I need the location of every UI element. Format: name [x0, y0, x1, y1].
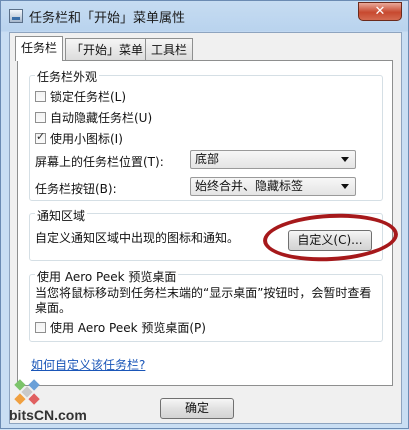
close-button[interactable]: ✕ — [358, 2, 402, 21]
ok-button[interactable]: 确定 — [160, 398, 234, 419]
lock-taskbar-label: 锁定任务栏(L) — [50, 90, 127, 104]
aero-peek-option[interactable]: 使用 Aero Peek 预览桌面(P) — [35, 319, 206, 336]
help-link[interactable]: 如何自定义该任务栏? — [31, 356, 145, 373]
buttons-select[interactable]: 始终合并、隐藏标签 — [190, 177, 356, 196]
small-icons-option[interactable]: 使用小图标(I) — [35, 130, 123, 147]
aero-desc: 当您将鼠标移动到任务栏末端的“显示桌面”按钮时，会暂时查看桌面。 — [35, 286, 372, 315]
site-watermark: bitsCN.com — [3, 374, 93, 430]
lock-taskbar-option[interactable]: 锁定任务栏(L) — [35, 88, 126, 105]
small-icons-checkbox[interactable] — [35, 130, 46, 144]
tab-taskbar[interactable]: 任务栏 — [15, 36, 64, 61]
taskbar-app-icon — [9, 9, 23, 23]
notification-group-title: 通知区域 — [35, 207, 88, 224]
aero-peek-label: 使用 Aero Peek 预览桌面(P) — [50, 321, 206, 335]
auto-hide-checkbox[interactable] — [35, 112, 46, 123]
chevron-down-icon — [341, 184, 349, 189]
auto-hide-label: 自动隐藏任务栏(U) — [50, 111, 153, 125]
title-bar[interactable]: 任务栏和「开始」菜单属性 ✕ — [1, 1, 409, 31]
chevron-down-icon — [341, 157, 349, 162]
properties-window: 任务栏和「开始」菜单属性 ✕ 任务栏 「开始」菜单 工具栏 任务栏外观 锁定任务… — [0, 0, 409, 429]
watermark-text: bitsCN.com — [9, 407, 87, 423]
location-label: 屏幕上的任务栏位置(T): — [35, 155, 164, 169]
buttons-value: 始终合并、隐藏标签 — [195, 179, 304, 193]
window-title: 任务栏和「开始」菜单属性 — [29, 11, 186, 26]
aero-peek-checkbox[interactable] — [35, 322, 46, 333]
watermark-logo-icon — [14, 379, 40, 405]
auto-hide-option[interactable]: 自动隐藏任务栏(U) — [35, 109, 152, 126]
location-value: 底部 — [195, 152, 220, 166]
tab-start-menu[interactable]: 「开始」菜单 — [65, 38, 150, 60]
aero-group-title: 使用 Aero Peek 预览桌面 — [35, 268, 179, 285]
tab-toolbars[interactable]: 工具栏 — [145, 38, 194, 60]
location-select[interactable]: 底部 — [190, 150, 356, 169]
appearance-group-title: 任务栏外观 — [35, 68, 100, 85]
lock-taskbar-checkbox[interactable] — [35, 91, 46, 102]
small-icons-label: 使用小图标(I) — [50, 132, 123, 146]
buttons-label: 任务栏按钮(B): — [35, 182, 117, 196]
notification-desc: 自定义通知区域中出现的图标和通知。 — [35, 231, 240, 245]
